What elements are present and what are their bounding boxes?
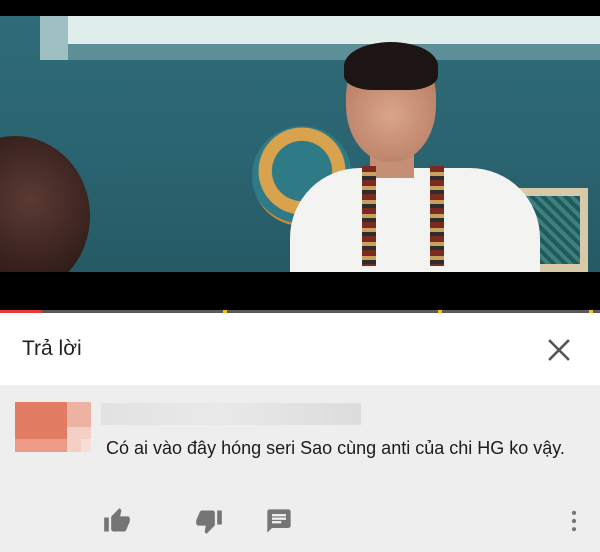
scene-window-frame (40, 16, 68, 60)
comment-item: Có ai vào đây hóng seri Sao cùng anti củ… (0, 385, 600, 552)
thumbs-down-icon (196, 510, 222, 534)
more-options-button[interactable] (560, 507, 588, 535)
scene-person (290, 42, 540, 272)
reply-panel-header: Trả lời (0, 313, 600, 385)
video-player[interactable] (0, 0, 600, 312)
reply-panel-title: Trả lời (22, 337, 82, 360)
close-icon (548, 339, 570, 361)
avatar[interactable] (15, 402, 91, 452)
reply-button[interactable] (265, 507, 293, 535)
comment-actions (0, 507, 600, 537)
comment-icon (267, 509, 291, 533)
scene-foreground-hair (0, 136, 90, 272)
close-button[interactable] (540, 331, 578, 369)
author-name-blurred (101, 403, 361, 425)
video-frame (0, 16, 600, 272)
thumbs-up-icon (104, 508, 130, 532)
more-vert-icon (571, 510, 577, 532)
scene-window-light (68, 16, 600, 44)
comment-text: Có ai vào đây hóng seri Sao cùng anti củ… (106, 438, 565, 458)
like-button[interactable] (103, 507, 131, 535)
video-letterbox (0, 272, 600, 312)
dislike-button[interactable] (195, 507, 223, 535)
